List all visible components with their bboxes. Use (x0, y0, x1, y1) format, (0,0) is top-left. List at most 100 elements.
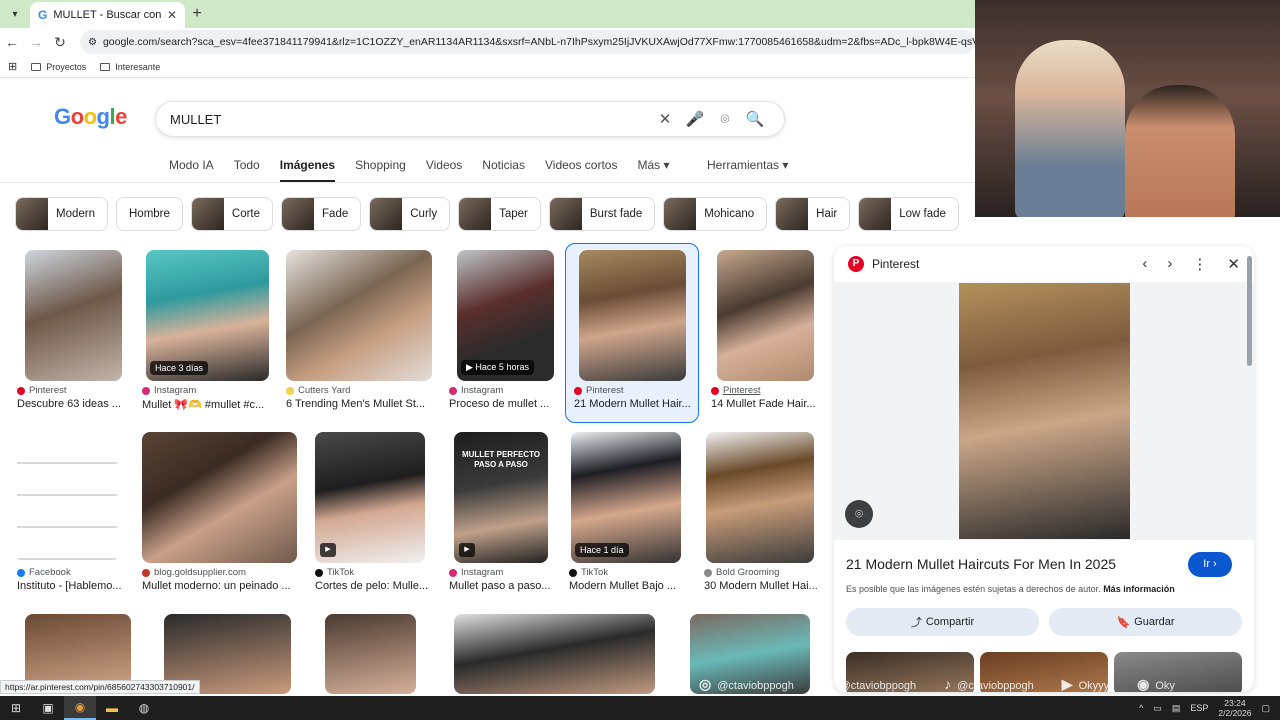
reload-icon[interactable]: ↻ (48, 34, 72, 51)
result-title[interactable]: Mullet moderno: un peinado ... (142, 580, 302, 592)
bookmark-interesante[interactable]: Interesante (100, 62, 160, 72)
forward-icon[interactable]: → (24, 34, 48, 50)
result-image[interactable] (325, 614, 416, 694)
result-card[interactable] (325, 614, 416, 694)
more-vert-icon[interactable]: ⋮ (1192, 255, 1207, 273)
search-input[interactable] (170, 111, 650, 127)
bookmark-proyectos[interactable]: Proyectos (31, 62, 86, 72)
chip-low-fade[interactable]: Low fade (858, 197, 959, 231)
tab-modo-ia[interactable]: Modo IA (169, 158, 214, 182)
result-image[interactable] (17, 432, 117, 563)
go-button[interactable]: Ir › (1188, 552, 1232, 577)
apps-icon[interactable]: ⊞ (8, 60, 17, 73)
result-image[interactable]: Hace 1 día (571, 432, 681, 563)
result-source[interactable]: Facebook (29, 567, 71, 578)
browser-tab[interactable]: G MULLET - Buscar con Google ✕ (30, 2, 185, 28)
result-source[interactable]: Pinterest (723, 385, 761, 396)
chip-hair[interactable]: Hair (775, 197, 851, 231)
result-image[interactable] (706, 432, 814, 563)
result-image[interactable] (717, 250, 814, 381)
site-info-icon[interactable]: ⚙ (88, 37, 97, 48)
panel-source[interactable]: Pinterest (872, 257, 919, 271)
file-explorer-icon[interactable]: ▬ (96, 696, 128, 720)
result-source[interactable]: Instagram (461, 385, 503, 396)
notifications-icon[interactable]: ▢ (1261, 703, 1270, 714)
result-title[interactable]: Cortes de pelo: Mulle... (315, 580, 430, 592)
microphone-icon[interactable]: 🎤 (680, 110, 710, 128)
result-image[interactable] (142, 432, 297, 563)
result-card[interactable] (454, 614, 655, 694)
result-card[interactable]: Hace 3 días Instagram Mullet 🎀🫶 #mullet … (142, 250, 272, 411)
tools-button[interactable]: Herramientas ▾ (707, 158, 788, 172)
result-source[interactable]: Pinterest (586, 385, 624, 396)
result-image[interactable] (286, 250, 432, 381)
result-title[interactable]: Proceso de mullet ... (449, 398, 559, 410)
clock[interactable]: 23:24 2/2/2026 (1218, 698, 1251, 718)
chip-mohicano[interactable]: Mohicano (663, 197, 768, 231)
network-icon[interactable]: ▤ (1172, 703, 1181, 714)
result-title[interactable]: Mullet 🎀🫶 #mullet #c... (142, 398, 272, 411)
more-info-link[interactable]: Más información (1103, 584, 1175, 594)
result-image[interactable]: ▶ (315, 432, 425, 563)
result-title[interactable]: Instituto - [Hablemo... (17, 580, 127, 592)
url-field[interactable]: ⚙ google.com/search?sca_esv=4fee37184117… (80, 30, 975, 54)
google-logo[interactable]: Google (54, 104, 127, 130)
result-image[interactable] (454, 614, 655, 694)
close-icon[interactable]: ✕ (1227, 255, 1240, 273)
result-card[interactable]: Cutters Yard 6 Trending Men's Mullet St.… (286, 250, 436, 410)
tab-shopping[interactable]: Shopping (355, 158, 406, 182)
camera-lens-icon[interactable]: ⌾ (710, 111, 740, 128)
result-title[interactable]: 14 Mullet Fade Hair... (711, 398, 819, 410)
result-source[interactable]: Instagram (154, 385, 196, 396)
tab-videos[interactable]: Videos (426, 158, 462, 182)
result-card[interactable]: Pinterest Descubre 63 ideas ... (17, 250, 131, 410)
result-source[interactable]: Instagram (461, 567, 503, 578)
result-card[interactable]: Bold Grooming 30 Modern Mullet Hai... (704, 432, 819, 592)
panel-scrollbar[interactable] (1247, 256, 1252, 366)
result-title[interactable]: Mullet paso a paso... (449, 580, 559, 592)
result-card[interactable]: Facebook Instituto - [Hablemo... (17, 432, 127, 592)
result-image[interactable]: Hace 3 días (146, 250, 269, 381)
back-icon[interactable]: ← (0, 34, 24, 50)
result-image[interactable]: MULLET PERFECTO PASO A PASO ▶ (454, 432, 548, 563)
chip-hombre[interactable]: Hombre (116, 197, 183, 231)
chip-curly[interactable]: Curly (369, 197, 451, 231)
chevron-left-icon[interactable]: ‹ (1142, 255, 1147, 273)
result-card[interactable]: ▶ Hace 5 horas Instagram Proceso de mull… (449, 250, 559, 410)
chrome-icon[interactable]: ◉ (64, 696, 96, 720)
result-image[interactable] (25, 250, 122, 381)
result-title[interactable]: Descubre 63 ideas ... (17, 398, 131, 410)
result-source[interactable]: Bold Grooming (716, 567, 779, 578)
media-app-icon[interactable]: ▣ (32, 696, 64, 720)
clear-icon[interactable]: ✕ (650, 110, 680, 128)
result-card[interactable]: ▶ TikTok Cortes de pelo: Mulle... (315, 432, 430, 592)
chip-modern[interactable]: Modern (15, 197, 108, 231)
tab-videos-cortos[interactable]: Videos cortos (545, 158, 618, 182)
result-source[interactable]: TikTok (581, 567, 608, 578)
close-tab-icon[interactable]: ✕ (167, 8, 177, 22)
tab-mas[interactable]: Más ▾ (637, 158, 669, 182)
chip-fade[interactable]: Fade (281, 197, 362, 231)
chip-corte[interactable]: Corte (190, 197, 274, 231)
result-source[interactable]: Pinterest (29, 385, 67, 396)
tab-search-icon[interactable]: ▾ (4, 3, 26, 25)
result-card[interactable]: Pinterest 14 Mullet Fade Hair... (711, 250, 819, 410)
result-card[interactable]: Hace 1 día TikTok Modern Mullet Bajo ... (569, 432, 684, 592)
save-button[interactable]: 🔖 Guardar (1049, 608, 1242, 636)
result-image[interactable] (579, 250, 686, 381)
panel-image[interactable] (958, 283, 1130, 539)
tray-chevron-icon[interactable]: ^ (1139, 703, 1143, 713)
tab-todo[interactable]: Todo (234, 158, 260, 182)
new-tab-icon[interactable]: + (185, 2, 209, 26)
result-card[interactable]: MULLET PERFECTO PASO A PASO ▶ Instagram … (449, 432, 559, 592)
tray-app-icon[interactable]: ▭ (1153, 703, 1162, 714)
chip-burst-fade[interactable]: Burst fade (548, 197, 656, 231)
language-indicator[interactable]: ESP (1190, 703, 1208, 713)
result-card[interactable]: Pinterest 21 Modern Mullet Hair... (574, 250, 694, 410)
tab-noticias[interactable]: Noticias (482, 158, 525, 182)
result-image[interactable]: ▶ Hace 5 horas (457, 250, 554, 381)
result-source[interactable]: Cutters Yard (298, 385, 350, 396)
lens-icon[interactable]: ⌾ (845, 500, 873, 528)
share-button[interactable]: ⤴ Compartir (846, 608, 1039, 636)
result-source[interactable]: blog.goldsupplier.com (154, 567, 246, 578)
